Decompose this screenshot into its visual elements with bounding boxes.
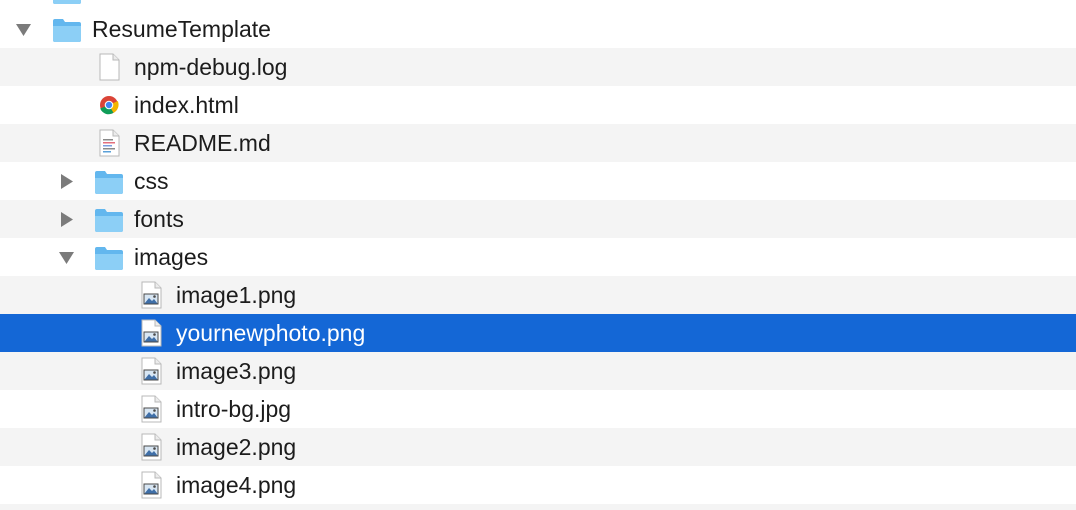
image-file-icon (136, 280, 166, 310)
file-row-npm-debug-log[interactable]: npm-debug.log (0, 48, 1076, 86)
folder-icon (94, 166, 124, 196)
empty-row (0, 504, 1076, 510)
folder-name: fonts (134, 206, 184, 232)
image-file-icon (136, 432, 166, 462)
image-file-icon (136, 470, 166, 500)
folder-icon (94, 204, 124, 234)
file-row-readme-md[interactable]: README.md (0, 124, 1076, 162)
file-row-index-html[interactable]: index.html (0, 86, 1076, 124)
file-row-yournewphoto-png[interactable]: yournewphoto.png (0, 314, 1076, 352)
file-name: image3.png (176, 358, 297, 384)
folder-name: ResumeTemplate (92, 16, 271, 42)
file-row-intro-bg-jpg[interactable]: intro-bg.jpg (0, 390, 1076, 428)
file-row-image2-png[interactable]: image2.png (0, 428, 1076, 466)
file-name: image1.png (176, 282, 297, 308)
image-file-icon (136, 318, 166, 348)
disclosure-triangle-collapsed-icon[interactable] (58, 211, 75, 228)
finder-list-view: ResumeTemplate npm-debug.log index.html … (0, 0, 1076, 510)
file-name: npm-debug.log (134, 54, 288, 80)
folder-row-fonts[interactable]: fonts (0, 200, 1076, 238)
image-file-icon (136, 356, 166, 386)
folder-name: css (134, 168, 169, 194)
file-name: index.html (134, 92, 239, 118)
disclosure-triangle-expanded-icon[interactable] (15, 21, 32, 38)
file-name: intro-bg.jpg (176, 396, 292, 422)
file-name: yournewphoto.png (176, 320, 366, 346)
disclosure-triangle-collapsed-icon[interactable] (58, 173, 75, 190)
text-document-icon (94, 128, 124, 158)
folder-row-resumetemplate[interactable]: ResumeTemplate (0, 10, 1076, 48)
file-row-image4-png[interactable]: image4.png (0, 466, 1076, 504)
file-name: image2.png (176, 434, 297, 460)
disclosure-triangle-expanded-icon[interactable] (58, 249, 75, 266)
image-file-icon (136, 394, 166, 424)
file-name: image4.png (176, 472, 297, 498)
file-row-partial[interactable] (0, 0, 1076, 10)
folder-icon (94, 242, 124, 272)
file-row-image1-png[interactable]: image1.png (0, 276, 1076, 314)
file-row-image3-png[interactable]: image3.png (0, 352, 1076, 390)
chrome-html-icon (94, 90, 124, 120)
folder-name: images (134, 244, 209, 270)
document-icon (94, 52, 124, 82)
file-name: README.md (134, 130, 271, 156)
folder-row-images[interactable]: images (0, 238, 1076, 276)
folder-icon (52, 14, 82, 44)
folder-row-css[interactable]: css (0, 162, 1076, 200)
folder-icon (52, 0, 82, 6)
